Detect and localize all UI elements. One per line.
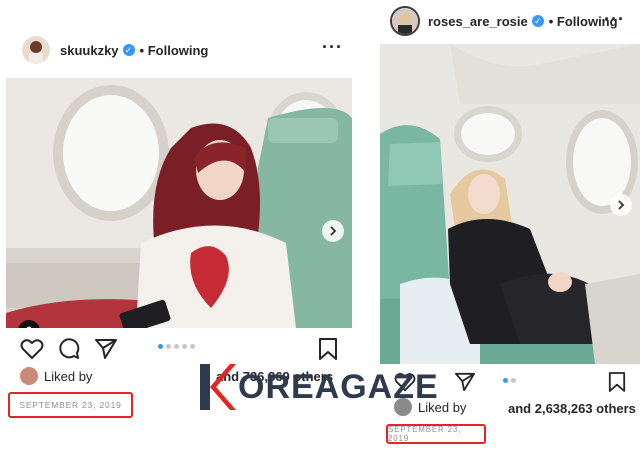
right-username[interactable]: roses_are_rosie: [428, 14, 528, 29]
left-following-button[interactable]: • Following: [140, 43, 209, 58]
left-post-photo[interactable]: [6, 78, 352, 328]
right-user-avatar[interactable]: [390, 6, 420, 36]
right-likes-count[interactable]: and 2,638,263 others: [508, 401, 636, 416]
heart-icon[interactable]: [20, 338, 44, 360]
share-icon[interactable]: [94, 338, 118, 360]
koreagaze-watermark: OREAGAZE: [196, 362, 448, 412]
share-icon[interactable]: [454, 372, 476, 392]
pager-dot: [511, 378, 516, 383]
pager-dot: [182, 344, 187, 349]
chevron-right-icon: [618, 200, 625, 210]
right-photo-illustration: [380, 44, 640, 364]
left-photo-illustration: [6, 78, 352, 328]
pager-dot-active: [503, 378, 508, 383]
pager-dot: [190, 344, 195, 349]
left-post-header: skuukzky ✓ • Following: [22, 36, 208, 64]
left-post-date: SEPTEMBER 23, 2019: [19, 400, 122, 410]
right-post-header: roses_are_rosie ✓ • Following: [390, 6, 618, 36]
right-date-highlight: SEPTEMBER 23, 2019: [386, 424, 486, 444]
bookmark-icon[interactable]: [318, 337, 338, 361]
left-user-avatar[interactable]: [22, 36, 50, 64]
pager-dot: [166, 344, 171, 349]
right-post-date: SEPTEMBER 23, 2019: [388, 425, 462, 443]
more-icon[interactable]: ···: [322, 38, 343, 56]
left-liked-by-label: Liked by: [44, 368, 93, 384]
comment-icon[interactable]: [57, 337, 81, 361]
pager-dot: [174, 344, 179, 349]
watermark-text: OREAGAZE: [238, 367, 439, 406]
koreagaze-logo-icon: [200, 364, 236, 410]
right-post-photo[interactable]: [380, 44, 640, 364]
left-date-highlight: SEPTEMBER 23, 2019: [8, 392, 133, 418]
next-photo-button[interactable]: [610, 194, 632, 216]
bookmark-icon[interactable]: [608, 371, 626, 393]
liked-avatar[interactable]: [20, 367, 38, 385]
pager-dot-active: [158, 344, 163, 349]
next-photo-button[interactable]: [322, 220, 344, 242]
verified-icon: ✓: [122, 44, 135, 56]
left-liked-row: Liked by: [20, 367, 92, 385]
chevron-right-icon: [330, 226, 337, 236]
user-tag-icon: [26, 326, 32, 328]
left-username[interactable]: skuukzky: [60, 43, 119, 58]
verified-icon: ✓: [531, 15, 544, 27]
more-icon[interactable]: ···: [604, 10, 625, 28]
